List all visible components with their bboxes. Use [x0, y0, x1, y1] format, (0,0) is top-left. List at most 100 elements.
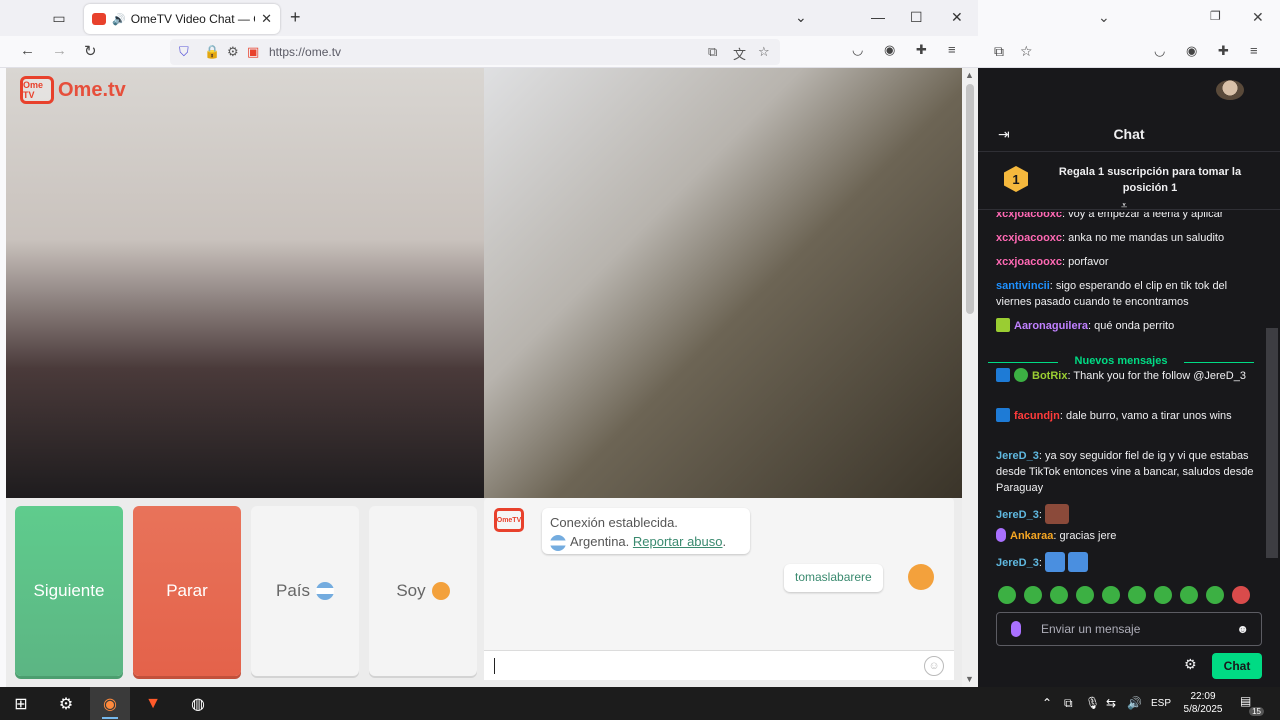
translate-icon[interactable]: 文 — [733, 44, 746, 63]
stop-button[interactable]: Parar — [133, 506, 241, 676]
speaker-icon[interactable]: 🔊 — [112, 13, 126, 26]
volume-icon[interactable]: 🔊 — [1127, 696, 1142, 710]
emote-icon[interactable] — [1128, 586, 1146, 604]
country-button[interactable]: País — [251, 506, 359, 676]
maximize-icon[interactable]: ☐ — [910, 9, 923, 26]
ometv-text-chat: OmeTV Conexión establecida. Argentina. R… — [484, 498, 954, 680]
menu-icon[interactable]: ≡ — [1250, 43, 1258, 58]
chat-username[interactable]: xcxjoacooxc — [996, 212, 1062, 220]
chat-username[interactable]: JereD_3 — [996, 450, 1039, 462]
scroll-down-icon[interactable]: ▼ — [965, 674, 974, 684]
shield-icon[interactable]: ⛉ — [179, 44, 189, 60]
chat-message: Ankaraa: gracias jere — [996, 528, 1262, 544]
menu-icon[interactable]: ≡ — [948, 42, 956, 57]
emote-icon[interactable] — [1068, 552, 1089, 572]
chat-message: xcxjoacooxc: voy a empezar a leerla y ap… — [996, 212, 1262, 222]
send-chat-button[interactable]: Chat — [1212, 653, 1262, 679]
chat-message-input[interactable] — [1041, 620, 1221, 638]
language-indicator[interactable]: ESP — [1151, 698, 1171, 709]
settings-gear-icon[interactable]: ⚙ — [55, 693, 77, 715]
emote-icon[interactable] — [1206, 586, 1224, 604]
url-text[interactable]: https://ome.tv — [269, 45, 341, 59]
ometv-message-input[interactable]: ☺ — [484, 650, 954, 680]
system-clock[interactable]: 22:09 5/8/2025 — [1178, 690, 1228, 716]
next-button[interactable]: Siguiente — [15, 506, 123, 676]
minimize-icon[interactable]: — — [871, 9, 885, 25]
bookmark-star-icon[interactable]: ☆ — [758, 44, 770, 60]
chat-username[interactable]: xcxjoacooxc — [996, 232, 1062, 244]
scrollbar-thumb[interactable] — [966, 84, 974, 314]
windows-start-icon[interactable]: ⊞ — [10, 693, 32, 715]
chat-input-box[interactable]: ☻ — [996, 612, 1262, 646]
obs-icon[interactable]: ◍ — [187, 693, 209, 715]
chat-username[interactable]: xcxjoacooxc — [996, 256, 1062, 268]
picture-in-picture-icon[interactable]: ⧉ — [708, 44, 717, 60]
notification-center-icon[interactable]: ▤ 15 — [1240, 694, 1264, 716]
report-abuse-link[interactable]: Reportar abuso — [633, 534, 723, 549]
account-icon[interactable]: ◉ — [884, 42, 895, 58]
chat-scrollbar-thumb[interactable] — [1266, 328, 1278, 558]
bookmark-star-icon[interactable]: ☆ — [1020, 43, 1033, 60]
mic-icon[interactable] — [1011, 621, 1021, 637]
emote-picker-icon[interactable]: ☻ — [1236, 622, 1249, 636]
account-icon[interactable]: ◉ — [1186, 43, 1197, 59]
emote-icon[interactable] — [1044, 504, 1069, 524]
chat-username[interactable]: Ankaraa — [1010, 530, 1053, 542]
emoji-icon[interactable]: ☺ — [924, 656, 944, 676]
emote-icon[interactable] — [1044, 552, 1065, 572]
chat-username[interactable]: Aaronaguilera — [1014, 320, 1088, 332]
mic-icon[interactable]: 🎙 — [1085, 696, 1100, 710]
app-tray-icon[interactable]: ⧉ — [1064, 696, 1073, 711]
chat-message: JereD_3: — [996, 552, 1262, 572]
brave-icon[interactable]: ▼ — [142, 693, 164, 715]
close-window-icon[interactable]: ✕ — [1252, 9, 1264, 26]
picture-in-picture-icon[interactable]: ⧉ — [994, 43, 1004, 60]
emote-icon[interactable] — [1232, 586, 1250, 604]
reload-icon[interactable]: ↻ — [84, 42, 97, 60]
pocket-icon[interactable]: ◡ — [1154, 43, 1165, 59]
chevron-down-icon[interactable]: ⌄ — [795, 9, 807, 26]
chat-username[interactable]: santivincii — [996, 280, 1050, 292]
back-icon[interactable]: ← — [20, 42, 35, 59]
tab-list-icon[interactable]: ▭ — [48, 8, 70, 28]
ometv-logo-badge: Ome TV — [20, 76, 54, 104]
chat-scrollbar[interactable] — [1266, 212, 1278, 580]
chevron-up-icon[interactable]: ⌃ — [1042, 696, 1052, 710]
lock-icon[interactable]: 🔒 — [204, 44, 220, 60]
emote-icon[interactable] — [1180, 586, 1198, 604]
camera-sharing-icon[interactable]: ▣ — [247, 44, 259, 60]
scroll-up-icon[interactable]: ▲ — [965, 70, 974, 80]
permissions-icon[interactable]: ⚙ — [227, 44, 239, 60]
emote-icon[interactable] — [1076, 586, 1094, 604]
chat-username[interactable]: JereD_3 — [996, 509, 1039, 521]
emote-icon[interactable] — [1024, 586, 1042, 604]
pocket-icon[interactable]: ◡ — [852, 42, 863, 58]
ometv-page: Ome TV Ome.tv Siguiente Parar País Soy O… — [6, 68, 962, 687]
network-icon[interactable]: ⇆ — [1106, 696, 1116, 710]
firefox-icon[interactable]: ◉ — [99, 693, 121, 715]
address-bar[interactable]: ⛉ 🔒 ⚙ ▣ https://ome.tv ⧉ 文 ☆ — [170, 39, 780, 65]
close-window-icon[interactable]: ✕ — [951, 9, 963, 26]
extensions-icon[interactable]: ✚ — [916, 42, 927, 58]
close-tab-icon[interactable]: ✕ — [261, 11, 272, 27]
settings-gear-icon[interactable]: ⚙ — [1184, 656, 1197, 673]
emote-icon[interactable] — [1154, 586, 1172, 604]
gender-button[interactable]: Soy — [369, 506, 477, 676]
restore-icon[interactable]: ❐ — [1210, 9, 1221, 23]
emote-icon[interactable] — [1102, 586, 1120, 604]
chevron-down-icon[interactable]: ⌄ — [1098, 9, 1110, 26]
chat-username[interactable]: BotRix — [1032, 370, 1067, 382]
user-profile-avatar[interactable] — [1216, 80, 1244, 100]
browser-tab-ometv[interactable]: 🔊 OmeTV Video Chat — Ome ✕ — [84, 4, 280, 34]
new-tab-icon[interactable]: + — [290, 8, 301, 26]
emote-icon[interactable] — [1050, 586, 1068, 604]
chat-header: ⇥ Chat — [978, 118, 1280, 152]
page-scrollbar[interactable]: ▲ ▼ — [962, 68, 978, 687]
emote-icon[interactable] — [998, 586, 1016, 604]
forward-icon[interactable]: → — [52, 42, 67, 59]
chat-username[interactable]: JereD_3 — [996, 557, 1039, 569]
tab-strip: ▭ 🔊 OmeTV Video Chat — Ome ✕ + ⌄ — ☐ ✕ — [0, 0, 978, 36]
gift-sub-leaderboard[interactable]: 1 Regala 1 suscripción para tomar la pos… — [978, 154, 1280, 212]
chat-username[interactable]: facundjn — [1014, 410, 1060, 422]
extensions-icon[interactable]: ✚ — [1218, 43, 1229, 59]
